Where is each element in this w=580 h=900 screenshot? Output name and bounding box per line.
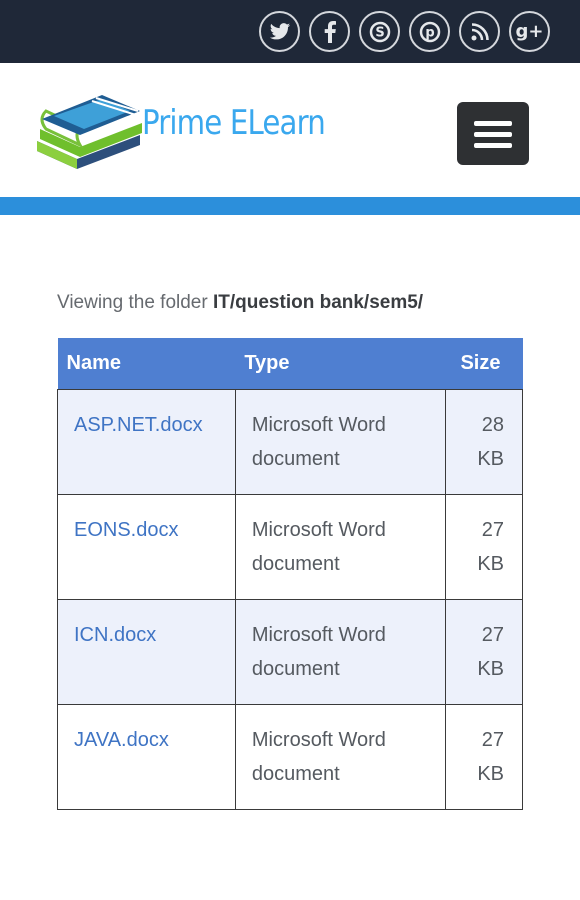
pinterest-icon[interactable]: p [409, 11, 450, 52]
file-name-cell: ASP.NET.docx [57, 388, 236, 495]
column-header-size: Size [445, 338, 523, 389]
file-table: Name Type Size ASP.NET.docx Microsoft Wo… [57, 338, 523, 810]
file-name-cell: ICN.docx [57, 598, 236, 705]
google-plus-label: g+ [515, 21, 544, 42]
file-link[interactable]: ICN.docx [74, 624, 156, 646]
svg-text:S: S [375, 25, 384, 40]
file-link[interactable]: ASP.NET.docx [74, 414, 203, 436]
top-social-bar: S p g+ [0, 0, 580, 63]
table-row: ASP.NET.docx Microsoft Word document 28 … [57, 388, 523, 495]
file-size-cell: 27 KB [445, 493, 523, 600]
brand-name[interactable]: Prime ELearn [142, 103, 326, 143]
rss-icon[interactable] [459, 11, 500, 52]
menu-line [474, 132, 512, 137]
file-link[interactable]: JAVA.docx [74, 729, 169, 751]
file-type-cell: Microsoft Word document [234, 388, 447, 495]
file-name-cell: JAVA.docx [57, 703, 236, 810]
skype-icon[interactable]: S [359, 11, 400, 52]
table-row: ICN.docx Microsoft Word document 27 KB [57, 598, 523, 705]
folder-prefix: Viewing the folder [57, 292, 213, 313]
table-row: EONS.docx Microsoft Word document 27 KB [57, 493, 523, 600]
file-type-cell: Microsoft Word document [234, 493, 447, 600]
file-type-cell: Microsoft Word document [234, 703, 447, 810]
column-header-type: Type [235, 338, 446, 389]
file-size-cell: 27 KB [445, 703, 523, 810]
menu-line [474, 143, 512, 148]
site-header: Prime ELearn [0, 63, 580, 197]
twitter-icon[interactable] [259, 11, 300, 52]
folder-path: IT/question bank/sem5/ [212, 292, 424, 313]
menu-line [474, 121, 512, 126]
hamburger-menu-button[interactable] [457, 102, 529, 165]
folder-path-text: Viewing the folder IT/question bank/sem5… [57, 292, 423, 314]
file-link[interactable]: EONS.docx [74, 519, 178, 541]
google-plus-icon[interactable]: g+ [509, 11, 550, 52]
table-header-row: Name Type Size [57, 338, 523, 389]
table-row: JAVA.docx Microsoft Word document 27 KB [57, 703, 523, 810]
file-size-cell: 27 KB [445, 598, 523, 705]
facebook-icon[interactable] [309, 11, 350, 52]
accent-bar [0, 197, 580, 215]
file-size-cell: 28 KB [445, 388, 523, 495]
file-type-cell: Microsoft Word document [234, 598, 447, 705]
column-header-name: Name [57, 338, 236, 389]
svg-text:p: p [425, 25, 434, 40]
file-name-cell: EONS.docx [57, 493, 236, 600]
